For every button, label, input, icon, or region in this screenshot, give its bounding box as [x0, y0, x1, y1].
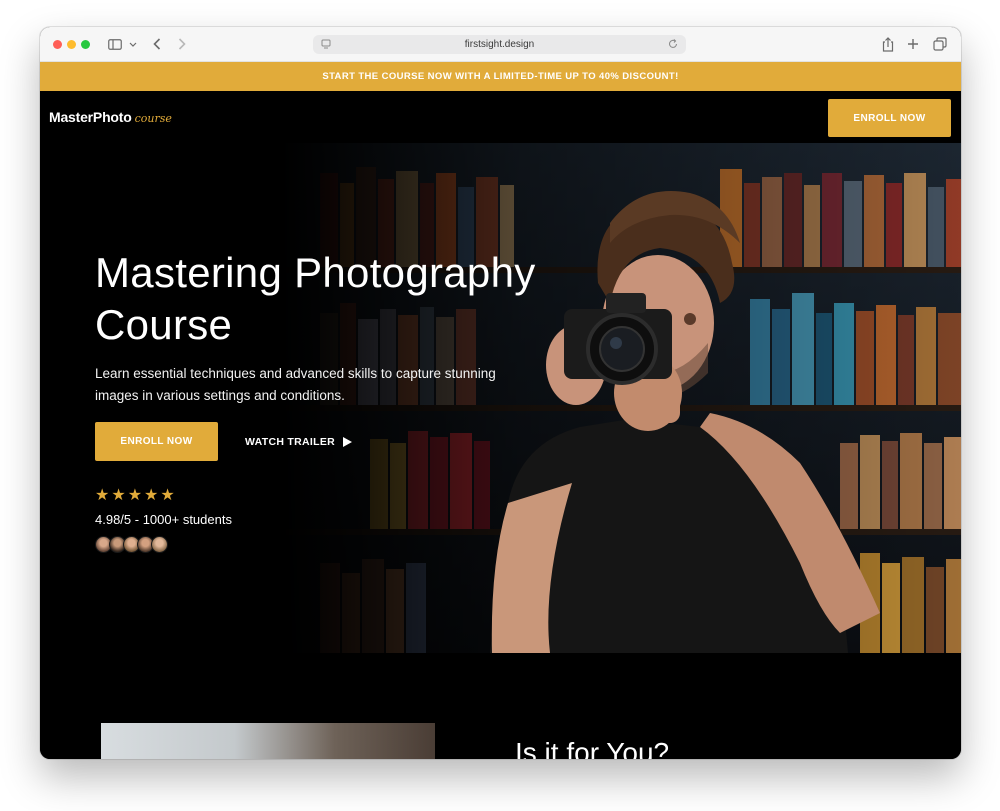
star-icon: ★ [160, 487, 175, 504]
promo-text: START THE COURSE NOW WITH A LIMITED-TIME… [322, 71, 679, 82]
hero-cta-row: ENROLL NOW WATCH TRAILER [95, 422, 353, 461]
page-settings-icon[interactable] [320, 38, 332, 50]
zoom-window-button[interactable] [81, 40, 90, 49]
logo-script-text: course [134, 112, 172, 125]
star-rating: ★ ★ ★ ★ ★ [95, 487, 177, 505]
browser-window: firstsight.design START THE COURSE NOW W… [40, 27, 961, 759]
rating-text: 4.98/5 - 1000+ students [95, 512, 232, 527]
section-photo [101, 723, 435, 759]
hero-title-line1: Mastering Photography [95, 249, 536, 296]
watch-trailer-label: WATCH TRAILER [245, 435, 336, 448]
logo-main-text: MasterPhoto [49, 109, 132, 125]
play-icon [343, 436, 353, 447]
back-arrow-icon[interactable] [150, 35, 164, 53]
for-you-section: Is it for You? [40, 653, 961, 759]
hero-title-line2: Course [95, 301, 233, 348]
reload-icon[interactable] [667, 38, 679, 50]
star-icon: ★ [111, 487, 126, 504]
hero-enroll-button[interactable]: ENROLL NOW [95, 422, 218, 461]
address-bar[interactable]: firstsight.design [313, 35, 686, 54]
minimize-window-button[interactable] [67, 40, 76, 49]
share-icon[interactable] [881, 35, 895, 53]
star-icon: ★ [144, 487, 159, 504]
new-tab-icon[interactable] [906, 35, 920, 53]
forward-arrow-icon[interactable] [175, 35, 189, 53]
header-enroll-button[interactable]: ENROLL NOW [828, 99, 951, 137]
chevron-down-icon[interactable] [128, 35, 138, 53]
hero-title: Mastering Photography Course [95, 247, 575, 351]
hero-section: Mastering Photography Course Learn essen… [40, 143, 961, 653]
tab-overview-icon[interactable] [932, 35, 948, 53]
promo-banner[interactable]: START THE COURSE NOW WITH A LIMITED-TIME… [40, 62, 961, 91]
hero-text-block: Mastering Photography Course Learn essen… [95, 247, 575, 407]
sidebar-toggle-icon[interactable] [107, 35, 123, 53]
section-title: Is it for You? [515, 737, 670, 759]
student-avatars [95, 536, 168, 553]
url-text: firstsight.design [464, 39, 535, 50]
browser-toolbar: firstsight.design [40, 27, 961, 62]
star-icon: ★ [95, 487, 110, 504]
site-header: MasterPhoto course ENROLL NOW [40, 91, 961, 143]
watch-trailer-link[interactable]: WATCH TRAILER [245, 435, 353, 448]
avatar [151, 536, 168, 553]
logo[interactable]: MasterPhoto course [49, 109, 172, 125]
star-icon: ★ [127, 487, 143, 504]
close-window-button[interactable] [53, 40, 62, 49]
hero-subtitle: Learn essential techniques and advanced … [95, 366, 496, 403]
